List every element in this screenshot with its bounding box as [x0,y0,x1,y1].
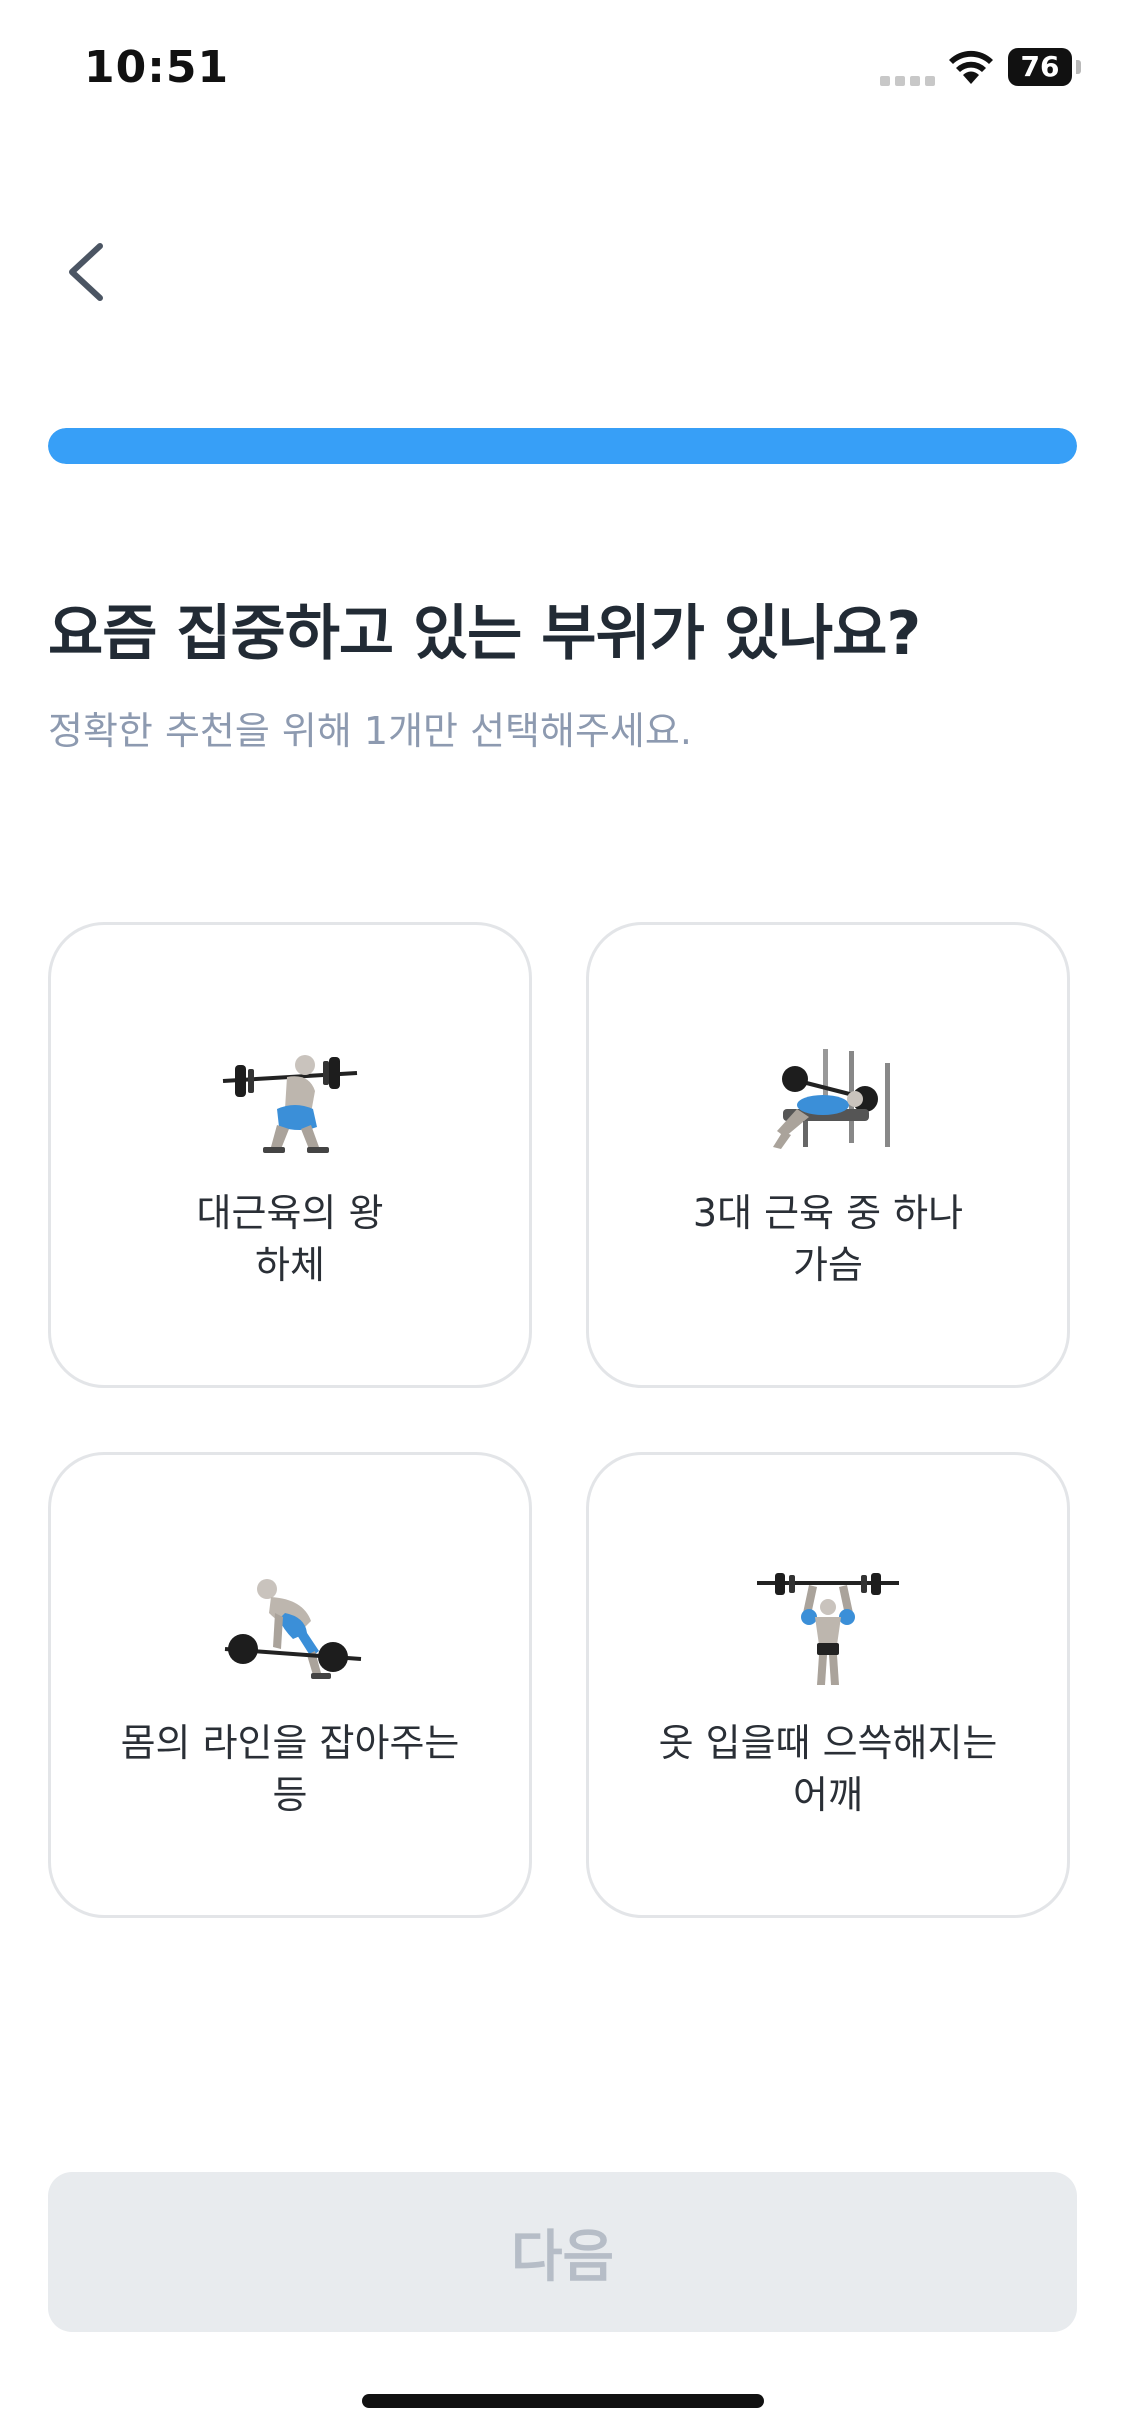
option-caption: 옷 입을때 으쓱해지는 [658,1721,998,1765]
option-label: 몸의 라인을 잡아주는 등 [51,1717,529,1821]
option-card-back[interactable]: 몸의 라인을 잡아주는 등 [48,1452,532,1918]
barbell-squat-icon [222,1055,358,1153]
back-button[interactable] [56,232,116,312]
barbell-row-icon [224,1579,362,1679]
option-card-lower-body[interactable]: 대근육의 왕 하체 [48,922,532,1388]
progress-bar [48,428,1077,464]
home-indicator [362,2394,764,2408]
option-caption: 몸의 라인을 잡아주는 [120,1721,460,1765]
next-button[interactable]: 다음 [48,2172,1077,2332]
battery-indicator: 76 [1008,48,1072,86]
option-body-part: 어깨 [793,1773,863,1817]
wifi-icon [949,50,993,84]
bench-press-icon [773,1049,890,1149]
option-label: 3대 근육 중 하나 가슴 [589,1187,1067,1291]
status-bar: 10:51 76 [0,0,1125,140]
question-title: 요즘 집중하고 있는 부위가 있나요? [48,599,921,669]
option-label: 대근육의 왕 하체 [51,1187,529,1291]
option-card-chest[interactable]: 3대 근육 중 하나 가슴 [586,922,1070,1388]
cellular-signal-icon [880,76,935,86]
option-label: 옷 입을때 으쓱해지는 어깨 [589,1717,1067,1821]
option-caption: 대근육의 왕 [196,1191,384,1235]
chevron-left-icon [69,243,103,301]
battery-tip [1076,60,1081,74]
overhead-press-icon [757,1573,899,1685]
option-body-part: 하체 [255,1243,325,1287]
option-card-shoulder[interactable]: 옷 입을때 으쓱해지는 어깨 [586,1452,1070,1918]
option-body-part: 가슴 [793,1243,863,1287]
question-subtitle: 정확한 추천을 위해 1개만 선택해주세요. [48,709,692,753]
option-body-part: 등 [272,1773,308,1817]
progress-fill [48,428,1077,464]
status-time: 10:51 [84,42,230,93]
option-caption: 3대 근육 중 하나 [692,1191,964,1235]
